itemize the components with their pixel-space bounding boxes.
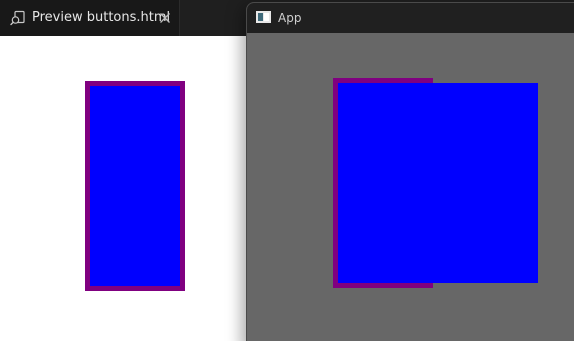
tab-label: Preview buttons.html	[32, 10, 171, 25]
app-title: App	[278, 11, 302, 25]
close-icon[interactable]	[158, 11, 172, 25]
window-icon	[256, 11, 271, 23]
screen: Preview buttons.html App	[0, 0, 574, 341]
app-title-bar[interactable]: App	[247, 3, 574, 33]
preview-button[interactable]	[85, 81, 185, 291]
app-button[interactable]	[338, 83, 538, 283]
app-window: App	[246, 2, 574, 341]
tab-preview-buttons[interactable]: Preview buttons.html	[0, 0, 180, 36]
preview-icon	[10, 10, 25, 26]
app-content	[247, 33, 574, 341]
